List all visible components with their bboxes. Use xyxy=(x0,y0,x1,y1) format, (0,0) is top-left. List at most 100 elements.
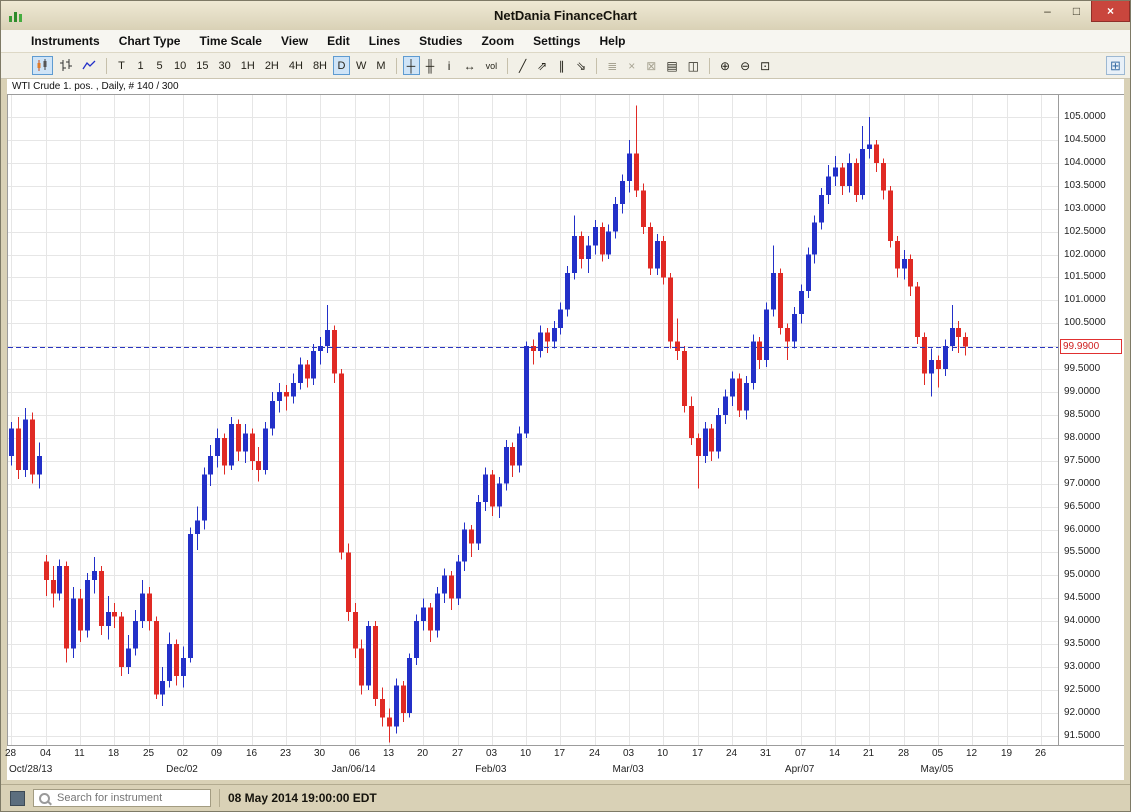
candlestick-chart[interactable] xyxy=(8,95,1058,745)
period-button-t[interactable]: T xyxy=(113,56,130,75)
x-axis-months: Oct/28/13Dec/02Jan/06/14Feb/03Mar/03Apr/… xyxy=(7,763,1058,780)
menu-item-time-scale[interactable]: Time Scale xyxy=(199,34,261,48)
x-axis-label: 03 xyxy=(486,748,497,759)
search-box[interactable] xyxy=(33,789,211,807)
y-axis-label: 105.0000 xyxy=(1064,111,1106,122)
period-button-5[interactable]: 5 xyxy=(151,56,168,75)
app-window: NetDania FinanceChart – □ × Instruments C… xyxy=(0,0,1131,812)
menu-item-edit[interactable]: Edit xyxy=(327,34,350,48)
period-button-15[interactable]: 15 xyxy=(192,56,212,75)
horizontal-expand-icon[interactable]: ↔ xyxy=(460,56,480,75)
menu-bar: Instruments Chart Type Time Scale View Edit L… xyxy=(1,30,1130,53)
menu-item-zoom[interactable]: Zoom xyxy=(481,34,514,48)
tool-group: ┼╫i↔vol xyxy=(402,56,503,75)
y-axis-label: 96.0000 xyxy=(1064,524,1100,535)
y-axis-label: 94.0000 xyxy=(1064,615,1100,626)
ray-line-icon[interactable]: ⇗ xyxy=(533,56,551,75)
last-price-box: 99.9900 xyxy=(1060,339,1122,354)
search-icon xyxy=(39,793,50,804)
y-axis-label: 98.5000 xyxy=(1064,409,1100,420)
period-button-8h[interactable]: 8H xyxy=(309,56,331,75)
status-separator xyxy=(219,789,220,807)
x-axis-label: 02 xyxy=(177,748,188,759)
dock-icon[interactable]: ⊞ xyxy=(1106,56,1125,75)
x-axis-label: 28 xyxy=(898,748,909,759)
period-button-m[interactable]: M xyxy=(372,56,389,75)
volume-icon[interactable]: vol xyxy=(482,56,502,75)
x-axis-label: 17 xyxy=(692,748,703,759)
axis-corner xyxy=(1058,746,1124,780)
period-group: T151015301H2H4H8HDWM xyxy=(112,56,391,75)
zoom-box-icon[interactable]: ⊡ xyxy=(756,56,774,75)
maximize-button[interactable]: □ xyxy=(1062,1,1091,21)
x-axis-label: 19 xyxy=(1001,748,1012,759)
output-group: ▤◫ xyxy=(661,56,704,75)
y-axis-label: 91.5000 xyxy=(1064,730,1100,741)
info-icon[interactable]: i xyxy=(441,56,458,75)
x-axis: 2804111825020916233006132027031017240310… xyxy=(7,746,1058,763)
period-button-2h[interactable]: 2H xyxy=(261,56,283,75)
chart-plot[interactable] xyxy=(7,94,1058,746)
line-chart-icon[interactable] xyxy=(78,56,100,75)
search-input[interactable] xyxy=(55,791,205,805)
x-axis-label: 09 xyxy=(211,748,222,759)
status-timestamp: 08 May 2014 19:00:00 EDT xyxy=(228,791,377,805)
y-axis-label: 102.0000 xyxy=(1064,249,1106,260)
y-axis-label: 100.5000 xyxy=(1064,317,1106,328)
trendline-icon[interactable]: ╱ xyxy=(514,56,531,75)
period-button-30[interactable]: 30 xyxy=(215,56,235,75)
crosshair-icon[interactable]: ┼ xyxy=(403,56,420,75)
remove-lines-icon[interactable]: ≣ xyxy=(603,56,621,75)
x-axis-month-label: Apr/07 xyxy=(785,764,814,775)
period-button-10[interactable]: 10 xyxy=(170,56,190,75)
menu-item-instruments[interactable]: Instruments xyxy=(31,34,100,48)
print-preview-icon[interactable]: ◫ xyxy=(684,56,703,75)
y-axis-label: 95.5000 xyxy=(1064,546,1100,557)
window-title: NetDania FinanceChart xyxy=(1,8,1130,23)
menu-item-chart-type[interactable]: Chart Type xyxy=(119,34,181,48)
status-square-icon xyxy=(10,791,25,806)
y-axis-label: 104.5000 xyxy=(1064,134,1106,145)
x-axis-label: 10 xyxy=(657,748,668,759)
status-bar: 08 May 2014 19:00:00 EDT xyxy=(1,784,1130,811)
x-axis-label: 16 xyxy=(246,748,257,759)
y-axis-label: 101.5000 xyxy=(1064,271,1106,282)
x-axis-label: 21 xyxy=(863,748,874,759)
y-axis-label: 92.5000 xyxy=(1064,684,1100,695)
candlestick-chart-icon[interactable] xyxy=(32,56,53,75)
period-button-w[interactable]: W xyxy=(352,56,370,75)
x-axis-label: 28 xyxy=(5,748,16,759)
x-axis-label: 24 xyxy=(589,748,600,759)
x-axis-label: 25 xyxy=(143,748,154,759)
x-axis-label: 27 xyxy=(452,748,463,759)
y-axis-label: 94.5000 xyxy=(1064,592,1100,603)
y-axis-label: 99.0000 xyxy=(1064,386,1100,397)
close-button[interactable]: × xyxy=(1091,1,1130,22)
title-bar[interactable]: NetDania FinanceChart – □ × xyxy=(1,1,1130,30)
delete-all-icon[interactable]: ⊠ xyxy=(642,56,660,75)
menu-item-studies[interactable]: Studies xyxy=(419,34,462,48)
x-axis-label: 10 xyxy=(520,748,531,759)
y-axis-label: 98.0000 xyxy=(1064,432,1100,443)
y-axis-label: 103.0000 xyxy=(1064,203,1106,214)
bar-chart-icon[interactable] xyxy=(55,56,76,75)
x-axis-month-label: Feb/03 xyxy=(475,764,506,775)
period-button-1h[interactable]: 1H xyxy=(237,56,259,75)
x-axis-label: 26 xyxy=(1035,748,1046,759)
arrow-line-icon[interactable]: ⇘ xyxy=(572,56,590,75)
parallel-channel-icon[interactable]: ∥ xyxy=(553,56,570,75)
menu-item-settings[interactable]: Settings xyxy=(533,34,580,48)
period-button-1[interactable]: 1 xyxy=(132,56,149,75)
zoom-out-icon[interactable]: ⊖ xyxy=(736,56,754,75)
delete-icon[interactable]: × xyxy=(623,56,640,75)
menu-item-view[interactable]: View xyxy=(281,34,308,48)
period-button-4h[interactable]: 4H xyxy=(285,56,307,75)
zoom-in-icon[interactable]: ⊕ xyxy=(716,56,734,75)
grid-icon[interactable]: ╫ xyxy=(422,56,439,75)
toolbar-separator xyxy=(396,58,397,74)
minimize-button[interactable]: – xyxy=(1033,1,1062,21)
period-button-d[interactable]: D xyxy=(333,56,350,75)
menu-item-lines[interactable]: Lines xyxy=(369,34,400,48)
menu-item-help[interactable]: Help xyxy=(599,34,625,48)
print-icon[interactable]: ▤ xyxy=(662,56,681,75)
